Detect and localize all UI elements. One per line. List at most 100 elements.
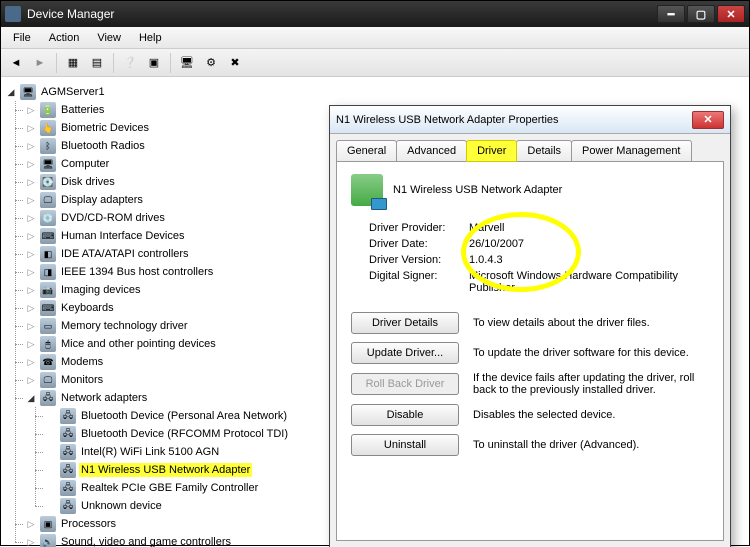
adapter-icon: 🖧 xyxy=(60,426,76,442)
tree-root[interactable]: 🖥AGMServer1 xyxy=(5,83,745,101)
dialog-titlebar[interactable]: N1 Wireless USB Network Adapter Properti… xyxy=(330,106,730,134)
value-signer: Microsoft Windows Hardware Compatibility… xyxy=(469,270,709,294)
forward-button[interactable]: ► xyxy=(29,52,51,74)
content-area: 🖥AGMServer1 🔋Batteries 👆Biometric Device… xyxy=(1,77,749,547)
back-button[interactable]: ◄ xyxy=(5,52,27,74)
window-title: Device Manager xyxy=(27,7,657,21)
mouse-icon: 🖱 xyxy=(40,336,56,352)
expand-icon[interactable] xyxy=(25,339,37,350)
close-button[interactable]: ✕ xyxy=(717,5,745,23)
expand-icon[interactable] xyxy=(25,213,37,224)
hid-icon: ⌨ xyxy=(40,228,56,244)
dialog-close-button[interactable]: ✕ xyxy=(692,111,724,129)
expand-icon[interactable] xyxy=(25,303,37,314)
label-signer: Digital Signer: xyxy=(369,270,469,294)
computer-icon: 🖥 xyxy=(20,84,36,100)
cpu-icon: ▣ xyxy=(40,516,56,532)
label-version: Driver Version: xyxy=(369,254,469,266)
tab-general[interactable]: General xyxy=(336,140,397,161)
expand-icon[interactable] xyxy=(25,285,37,296)
tab-driver[interactable]: Driver xyxy=(466,140,517,162)
scan-hardware-icon[interactable]: 🖥 xyxy=(176,52,198,74)
ieee-icon: ◨ xyxy=(40,264,56,280)
tb-icon-1[interactable]: ▦ xyxy=(62,52,84,74)
toolbar: ◄ ► ▦ ▤ ❔ ▣ 🖥 ⚙ ✖ xyxy=(1,49,749,77)
tb-icon-2[interactable]: ▤ xyxy=(86,52,108,74)
tab-power[interactable]: Power Management xyxy=(571,140,691,161)
adapter-icon: 🖧 xyxy=(60,462,76,478)
bluetooth-icon: ᛒ xyxy=(40,138,56,154)
adapter-icon: 🖧 xyxy=(60,498,76,514)
adapter-icon: 🖧 xyxy=(60,444,76,460)
biometric-icon: 👆 xyxy=(40,120,56,136)
properties-dialog: N1 Wireless USB Network Adapter Properti… xyxy=(329,105,731,547)
menu-file[interactable]: File xyxy=(5,29,39,47)
adapter-icon: 🖧 xyxy=(60,408,76,424)
expand-icon[interactable] xyxy=(25,357,37,368)
separator xyxy=(113,53,114,73)
label-date: Driver Date: xyxy=(369,238,469,250)
tab-strip: General Advanced Driver Details Power Ma… xyxy=(330,134,730,161)
value-date: 26/10/2007 xyxy=(469,238,709,250)
disable-button[interactable]: Disable xyxy=(351,404,459,426)
expand-icon[interactable] xyxy=(25,141,37,152)
minimize-button[interactable]: ━ xyxy=(657,5,685,23)
dvd-icon: 💿 xyxy=(40,210,56,226)
tab-details[interactable]: Details xyxy=(516,140,572,161)
driver-details-button[interactable]: Driver Details xyxy=(351,312,459,334)
ide-icon: ◧ xyxy=(40,246,56,262)
separator xyxy=(170,53,171,73)
disk-icon: 💽 xyxy=(40,174,56,190)
maximize-button[interactable]: ▢ xyxy=(687,5,715,23)
desc-disable: Disables the selected device. xyxy=(473,409,709,421)
value-version: 1.0.4.3 xyxy=(469,254,709,266)
expand-icon[interactable] xyxy=(25,231,37,242)
expand-icon[interactable] xyxy=(25,123,37,134)
sound-icon: 🔊 xyxy=(40,534,56,547)
keyboard-icon: ⌨ xyxy=(40,300,56,316)
desc-details: To view details about the driver files. xyxy=(473,317,709,329)
titlebar[interactable]: Device Manager ━ ▢ ✕ xyxy=(1,1,749,27)
expand-icon[interactable] xyxy=(25,375,37,386)
expand-icon[interactable] xyxy=(25,519,37,530)
expand-icon[interactable] xyxy=(25,177,37,188)
expand-icon[interactable] xyxy=(25,249,37,260)
adapter-icon: 🖧 xyxy=(60,480,76,496)
battery-icon: 🔋 xyxy=(40,102,56,118)
label-provider: Driver Provider: xyxy=(369,222,469,234)
help-icon[interactable]: ❔ xyxy=(119,52,141,74)
tb-icon-3[interactable]: ▣ xyxy=(143,52,165,74)
driver-tab-panel: N1 Wireless USB Network Adapter Driver P… xyxy=(336,161,724,541)
collapse-icon[interactable] xyxy=(25,393,37,404)
memory-icon: ▭ xyxy=(40,318,56,334)
tb-icon-4[interactable]: ⚙ xyxy=(200,52,222,74)
tb-icon-5[interactable]: ✖ xyxy=(224,52,246,74)
device-name: N1 Wireless USB Network Adapter xyxy=(393,184,562,196)
separator xyxy=(56,53,57,73)
uninstall-button[interactable]: Uninstall xyxy=(351,434,459,456)
expand-icon[interactable] xyxy=(25,321,37,332)
expand-icon[interactable] xyxy=(25,195,37,206)
device-icon xyxy=(351,174,383,206)
desc-update: To update the driver software for this d… xyxy=(473,347,709,359)
rollback-driver-button: Roll Back Driver xyxy=(351,373,459,395)
menubar: File Action View Help xyxy=(1,27,749,49)
app-icon xyxy=(5,6,21,22)
network-icon: 🖧 xyxy=(40,390,56,406)
menu-help[interactable]: Help xyxy=(131,29,170,47)
desc-uninstall: To uninstall the driver (Advanced). xyxy=(473,439,709,451)
monitor-icon: 🖵 xyxy=(40,372,56,388)
expand-icon[interactable] xyxy=(25,105,37,116)
device-manager-window: Device Manager ━ ▢ ✕ File Action View He… xyxy=(0,0,750,546)
collapse-icon[interactable] xyxy=(5,87,17,98)
menu-action[interactable]: Action xyxy=(41,29,88,47)
computer-icon: 🖥 xyxy=(40,156,56,172)
menu-view[interactable]: View xyxy=(89,29,129,47)
expand-icon[interactable] xyxy=(25,537,37,547)
desc-rollback: If the device fails after updating the d… xyxy=(473,372,709,396)
expand-icon[interactable] xyxy=(25,159,37,170)
update-driver-button[interactable]: Update Driver... xyxy=(351,342,459,364)
tab-advanced[interactable]: Advanced xyxy=(396,140,467,161)
imaging-icon: 📷 xyxy=(40,282,56,298)
expand-icon[interactable] xyxy=(25,267,37,278)
